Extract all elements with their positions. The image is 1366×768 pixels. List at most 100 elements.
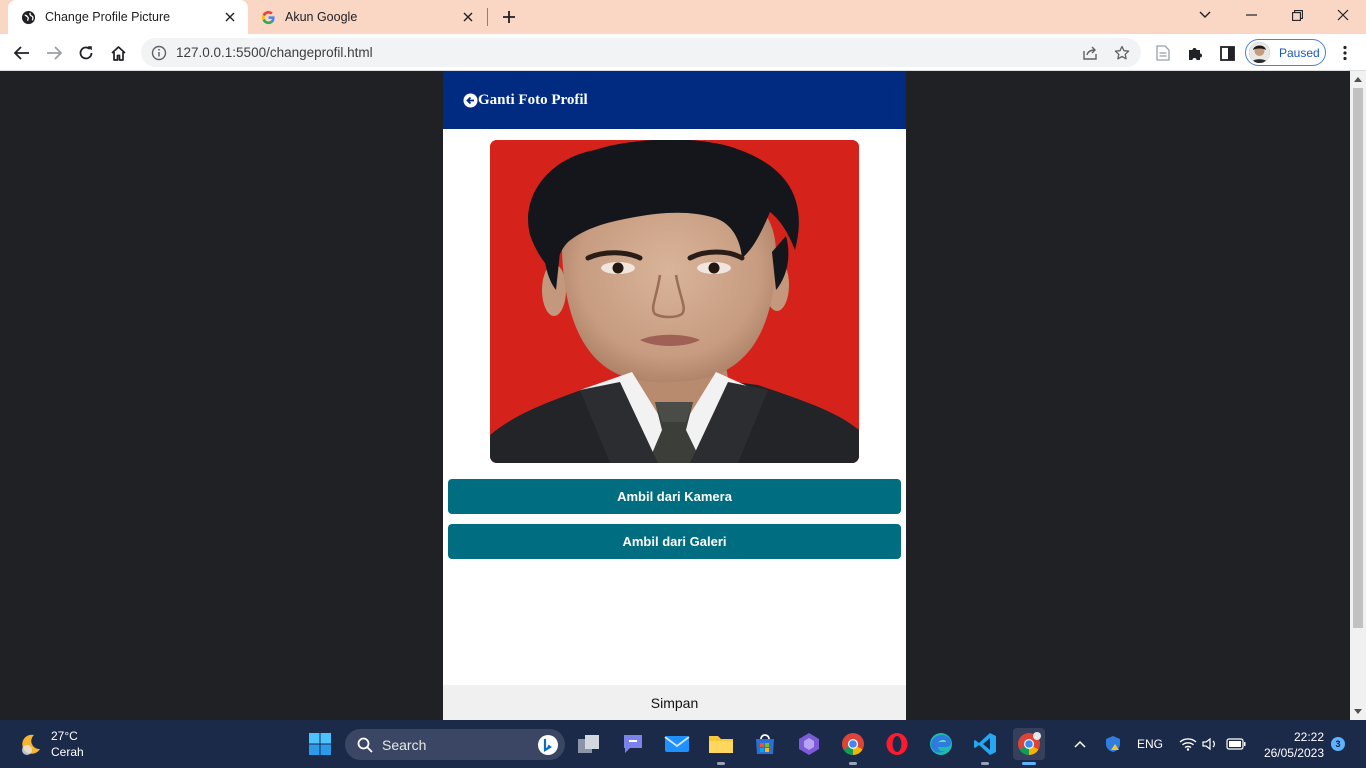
- page-title: Ganti Foto Profil: [478, 91, 588, 108]
- home-button[interactable]: [104, 39, 132, 67]
- minimize-icon: [1245, 14, 1257, 16]
- search-label: Search: [382, 736, 427, 753]
- edge-button[interactable]: [925, 728, 957, 760]
- google-icon: [260, 9, 276, 25]
- profile-button[interactable]: Paused: [1245, 39, 1326, 66]
- info-icon: [151, 45, 167, 60]
- volume-icon[interactable]: [1200, 732, 1220, 756]
- clock-time: 22:22: [1293, 730, 1324, 744]
- close-tab-icon[interactable]: [460, 9, 476, 25]
- profile-photo: [490, 140, 859, 463]
- chevron-up-icon: [1074, 740, 1086, 748]
- page-viewport: Ganti Foto Profil Ambil dari Kamera Ambi…: [0, 71, 1350, 720]
- folder-icon: [709, 736, 733, 753]
- notification-badge[interactable]: 3: [1331, 737, 1345, 751]
- reading-list-button[interactable]: [1149, 39, 1177, 67]
- vscode-button[interactable]: [969, 728, 1001, 765]
- security-tray-button[interactable]: [1102, 732, 1124, 756]
- running-indicator: [849, 762, 857, 765]
- store-icon: [756, 734, 774, 754]
- forward-button[interactable]: [40, 39, 68, 67]
- reload-button[interactable]: [72, 39, 100, 67]
- profile-photo-image: [490, 140, 859, 463]
- more-vertical-icon: [1343, 45, 1347, 61]
- take-from-gallery-button[interactable]: Ambil dari Galeri: [448, 524, 901, 559]
- restore-button[interactable]: [1274, 0, 1320, 30]
- opera-button[interactable]: [881, 728, 913, 760]
- browser-menu-button[interactable]: [1331, 39, 1359, 67]
- edge-icon: [930, 733, 952, 755]
- weather-condition: Cerah: [51, 745, 84, 759]
- system-clock[interactable]: 22:22 26/05/2023: [1258, 729, 1324, 761]
- document-icon: [1156, 45, 1170, 61]
- chrome-icon: [842, 733, 864, 755]
- chrome-button[interactable]: [1013, 728, 1045, 765]
- close-icon: [1337, 9, 1349, 21]
- change-profile-app: Ganti Foto Profil Ambil dari Kamera Ambi…: [443, 71, 906, 720]
- taskbar-search-box[interactable]: Search: [345, 729, 565, 760]
- minimize-button[interactable]: [1228, 0, 1274, 30]
- language-indicator[interactable]: ENG: [1134, 732, 1166, 756]
- close-tab-icon[interactable]: [222, 9, 238, 25]
- mail-app-button[interactable]: [661, 728, 693, 760]
- back-button[interactable]: [8, 39, 36, 67]
- running-indicator: [717, 762, 725, 765]
- page-scrollbar[interactable]: [1350, 71, 1366, 720]
- task-view-button[interactable]: [573, 728, 605, 760]
- share-icon[interactable]: [1081, 44, 1099, 62]
- scroll-up-arrow-icon: [1354, 77, 1362, 82]
- microsoft-store-button[interactable]: [749, 728, 781, 760]
- arrow-left-icon: [14, 46, 29, 60]
- chrome-profile-button[interactable]: [837, 728, 869, 765]
- tab-change-profile-picture[interactable]: Change Profile Picture: [8, 0, 248, 34]
- chevron-down-icon: [1199, 11, 1211, 18]
- show-hidden-icons-button[interactable]: [1070, 732, 1090, 756]
- opera-icon: [886, 733, 908, 755]
- globe-icon: [20, 9, 36, 25]
- reload-icon: [79, 46, 93, 60]
- profile-status-label: Paused: [1279, 45, 1320, 60]
- side-panel-icon: [1219, 45, 1235, 61]
- vscode-icon: [974, 733, 996, 755]
- running-indicator: [981, 762, 989, 765]
- save-button[interactable]: Simpan: [443, 685, 906, 720]
- scrollbar-thumb[interactable]: [1353, 88, 1363, 628]
- plus-icon: [503, 11, 515, 23]
- browser-toolbar: 127.0.0.1:5500/changeprofil.html Paused: [0, 34, 1366, 71]
- tab-search-button[interactable]: [1182, 0, 1228, 30]
- url-text: 127.0.0.1:5500/changeprofil.html: [176, 45, 373, 60]
- chat-icon: [624, 735, 642, 753]
- side-panel-button[interactable]: [1213, 39, 1241, 67]
- shield-icon: [1106, 736, 1120, 752]
- arrow-right-icon: [47, 46, 62, 60]
- windows-logo-icon: [309, 733, 331, 755]
- bookmark-star-icon[interactable]: [1113, 44, 1131, 62]
- weather-widget[interactable]: 27°C Cerah: [18, 728, 84, 760]
- teams-chat-button[interactable]: [617, 728, 649, 760]
- extensions-button[interactable]: [1181, 39, 1209, 67]
- wifi-icon[interactable]: [1178, 732, 1198, 756]
- task-view-icon: [578, 735, 599, 753]
- start-button[interactable]: [304, 728, 336, 760]
- tab-title: Change Profile Picture: [45, 10, 171, 24]
- search-icon: [357, 737, 373, 753]
- mail-icon: [664, 736, 690, 752]
- close-window-button[interactable]: [1320, 0, 1366, 30]
- battery-icon[interactable]: [1224, 732, 1248, 756]
- tab-akun-google[interactable]: Akun Google: [250, 0, 486, 34]
- power-automate-button[interactable]: [793, 728, 825, 760]
- moon-icon: [22, 734, 40, 755]
- app-header: Ganti Foto Profil: [443, 71, 906, 129]
- puzzle-icon: [1189, 48, 1202, 60]
- new-tab-button[interactable]: [498, 6, 520, 28]
- restore-icon: [1291, 9, 1303, 21]
- back-arrow-icon[interactable]: [463, 93, 478, 108]
- file-explorer-button[interactable]: [705, 728, 737, 765]
- avatar: [1249, 42, 1270, 63]
- windows-taskbar: 27°C Cerah Search ENG 22:22 26/05/2023 3: [0, 720, 1366, 768]
- take-from-camera-button[interactable]: Ambil dari Kamera: [448, 479, 901, 514]
- home-icon: [110, 45, 126, 61]
- browser-tab-strip: Change Profile Picture Akun Google: [0, 0, 1366, 34]
- address-bar[interactable]: 127.0.0.1:5500/changeprofil.html: [141, 38, 1141, 67]
- clock-date: 26/05/2023: [1263, 746, 1324, 760]
